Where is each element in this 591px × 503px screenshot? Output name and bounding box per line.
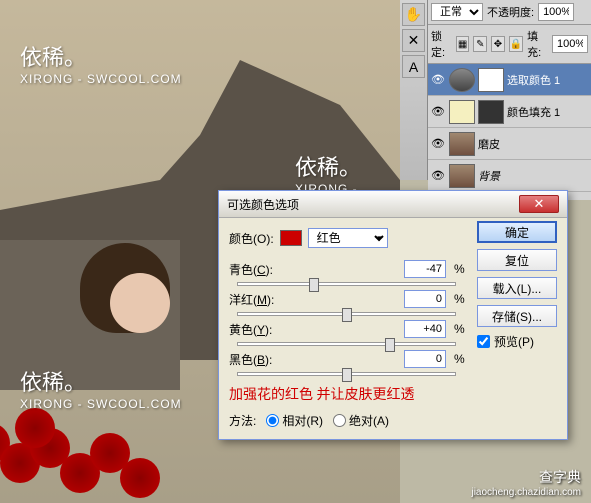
preview-checkbox[interactable]: 预览(P) bbox=[477, 333, 557, 350]
yellow-input[interactable] bbox=[404, 320, 446, 338]
watermark-sub: XIRONG - SWCOOL.COM bbox=[20, 397, 182, 411]
close-button[interactable]: ✕ bbox=[519, 195, 559, 213]
slider-magenta: 洋红(M): % bbox=[229, 290, 464, 316]
lock-all-icon[interactable]: 🔒 bbox=[509, 36, 523, 52]
layer-item-background[interactable]: 👁 背景 bbox=[428, 160, 591, 192]
cyan-input[interactable] bbox=[404, 260, 446, 278]
layers-panel: 正常 不透明度: 锁定: ▦ ✎ ✥ 🔒 填充: 👁 选取颜色 1 👁 颜色填充… bbox=[428, 0, 591, 200]
percent-label: % bbox=[454, 322, 464, 336]
percent-label: % bbox=[454, 352, 464, 366]
blend-mode-select[interactable]: 正常 bbox=[431, 3, 483, 21]
method-row: 方法: 相对(R) 绝对(A) bbox=[229, 412, 557, 429]
fill-label: 填充: bbox=[527, 28, 548, 60]
eye-icon[interactable]: 👁 bbox=[430, 136, 446, 152]
character-tool-icon[interactable]: A bbox=[402, 55, 425, 78]
dialog-titlebar[interactable]: 可选颜色选项 ✕ bbox=[219, 191, 567, 218]
watermark-3: 依稀。 XIRONG - SWCOOL.COM bbox=[20, 365, 182, 411]
opacity-input[interactable] bbox=[538, 3, 574, 21]
chevron-down-icon[interactable]: ▼ bbox=[376, 234, 384, 243]
opacity-label: 不透明度: bbox=[487, 4, 534, 20]
layers-header: 正常 不透明度: bbox=[428, 0, 591, 25]
magenta-slider[interactable] bbox=[237, 312, 456, 316]
slider-thumb[interactable] bbox=[309, 278, 319, 292]
watermark-1: 依稀。 XIRONG - SWCOOL.COM bbox=[20, 40, 182, 86]
site-name: 查字典 bbox=[471, 467, 581, 487]
roses bbox=[0, 403, 170, 503]
watermark-title: 依稀。 bbox=[20, 365, 182, 397]
eye-icon[interactable]: 👁 bbox=[430, 104, 446, 120]
slider-thumb[interactable] bbox=[342, 368, 352, 382]
watermark-title: 依稀。 bbox=[295, 150, 400, 182]
layer-item-selective-color[interactable]: 👁 选取颜色 1 bbox=[428, 64, 591, 96]
tools-palette: ✋ ✕ A bbox=[400, 0, 428, 180]
black-slider[interactable] bbox=[237, 372, 456, 376]
slider-black: 黑色(B): % bbox=[229, 350, 464, 376]
radio-relative[interactable]: 相对(R) bbox=[266, 412, 323, 429]
watermark-sub: XIRONG - SWCOOL.COM bbox=[20, 72, 182, 86]
layer-thumbnail[interactable] bbox=[449, 164, 475, 188]
black-input[interactable] bbox=[404, 350, 446, 368]
ok-button[interactable]: 确定 bbox=[477, 221, 557, 243]
percent-label: % bbox=[454, 262, 464, 276]
layer-label: 选取颜色 1 bbox=[507, 72, 560, 88]
layer-mask-thumbnail[interactable] bbox=[478, 68, 504, 92]
layer-label: 磨皮 bbox=[478, 136, 500, 152]
cyan-slider[interactable] bbox=[237, 282, 456, 286]
selective-color-dialog: 可选颜色选项 ✕ 颜色(O): 红色 ▼ 青色(C): % bbox=[218, 190, 568, 440]
layer-item-skin[interactable]: 👁 磨皮 bbox=[428, 128, 591, 160]
dialog-title-text: 可选颜色选项 bbox=[227, 196, 299, 213]
layer-label: 背景 bbox=[478, 168, 500, 184]
slider-label-magenta: 洋红(M): bbox=[229, 291, 289, 308]
color-swatch bbox=[280, 230, 302, 246]
color-label: 颜色(O): bbox=[229, 230, 274, 247]
preview-checkbox-input[interactable] bbox=[477, 335, 490, 348]
eye-icon[interactable]: 👁 bbox=[430, 72, 446, 88]
fill-input[interactable] bbox=[552, 35, 588, 53]
slider-yellow: 黄色(Y): % bbox=[229, 320, 464, 346]
lock-label: 锁定: bbox=[431, 28, 452, 60]
slider-thumb[interactable] bbox=[342, 308, 352, 322]
reset-button[interactable]: 复位 bbox=[477, 249, 557, 271]
radio-absolute[interactable]: 绝对(A) bbox=[333, 412, 389, 429]
radio-absolute-input[interactable] bbox=[333, 414, 346, 427]
annotation-note: 加强花的红色 并让皮肤更红透 bbox=[229, 384, 557, 404]
lock-row: 锁定: ▦ ✎ ✥ 🔒 填充: bbox=[428, 25, 591, 64]
color-row: 颜色(O): 红色 ▼ bbox=[229, 228, 464, 248]
save-button[interactable]: 存储(S)... bbox=[477, 305, 557, 327]
slider-label-cyan: 青色(C): bbox=[229, 261, 289, 278]
layer-thumbnail[interactable] bbox=[449, 68, 475, 92]
layer-label: 颜色填充 1 bbox=[507, 104, 560, 120]
lock-move-icon[interactable]: ✥ bbox=[491, 36, 505, 52]
slider-thumb[interactable] bbox=[385, 338, 395, 352]
close-icon: ✕ bbox=[534, 196, 545, 212]
layer-mask-thumbnail[interactable] bbox=[478, 100, 504, 124]
site-url: jiaocheng.chazidian.com bbox=[471, 487, 581, 498]
lock-brush-icon[interactable]: ✎ bbox=[473, 36, 487, 52]
slider-label-black: 黑色(B): bbox=[229, 351, 289, 368]
watermark-title: 依稀。 bbox=[20, 40, 182, 72]
yellow-slider[interactable] bbox=[237, 342, 456, 346]
magenta-input[interactable] bbox=[404, 290, 446, 308]
method-label: 方法: bbox=[229, 412, 256, 429]
dialog-body: 颜色(O): 红色 ▼ 青色(C): % 洋红(M): bbox=[219, 218, 567, 439]
slider-cyan: 青色(C): % bbox=[229, 260, 464, 286]
dialog-button-column: 确定 复位 载入(L)... 存储(S)... 预览(P) bbox=[477, 221, 557, 350]
layer-item-color-fill[interactable]: 👁 颜色填充 1 bbox=[428, 96, 591, 128]
layer-thumbnail[interactable] bbox=[449, 100, 475, 124]
load-button[interactable]: 载入(L)... bbox=[477, 277, 557, 299]
hand-tool-icon[interactable]: ✋ bbox=[402, 3, 425, 26]
radio-relative-input[interactable] bbox=[266, 414, 279, 427]
eye-icon[interactable]: 👁 bbox=[430, 168, 446, 184]
layer-thumbnail[interactable] bbox=[449, 132, 475, 156]
cross-tool-icon[interactable]: ✕ bbox=[402, 29, 425, 52]
slider-label-yellow: 黄色(Y): bbox=[229, 321, 289, 338]
percent-label: % bbox=[454, 292, 464, 306]
lock-transparency-icon[interactable]: ▦ bbox=[456, 36, 470, 52]
site-watermark: 查字典 jiaocheng.chazidian.com bbox=[471, 467, 581, 498]
